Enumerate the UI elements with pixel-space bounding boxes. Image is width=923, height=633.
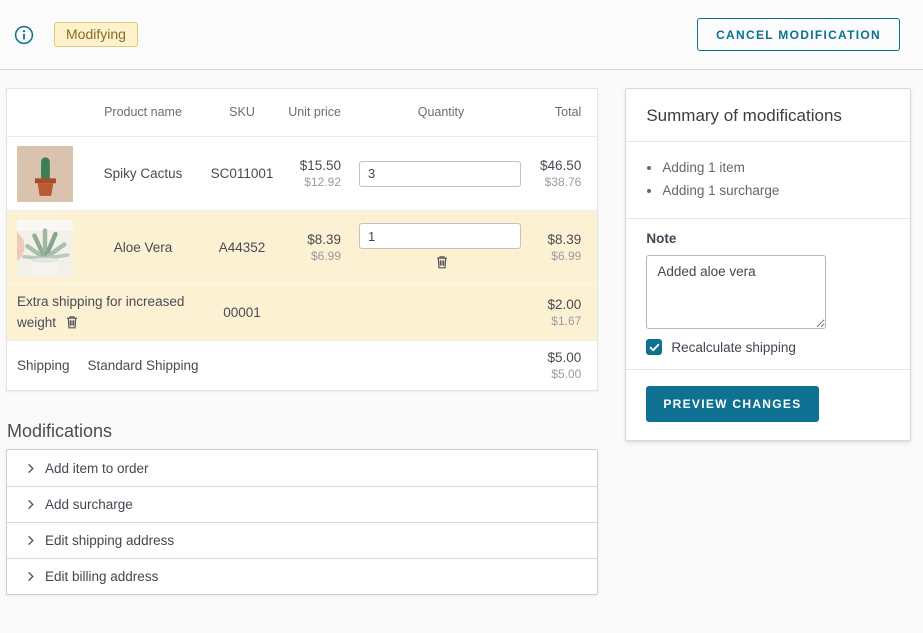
product-sku: A44352 <box>203 240 281 255</box>
accordion-edit-billing-address[interactable]: Edit billing address <box>7 558 597 594</box>
unit-price-cell: $15.50 $12.92 <box>281 158 351 189</box>
chevron-right-icon <box>25 571 36 582</box>
quantity-input[interactable] <box>359 223 521 249</box>
total-cell: $46.50 $38.76 <box>531 158 581 189</box>
summary-title: Summary of modifications <box>626 89 910 142</box>
top-bar: Modifying CANCEL MODIFICATION <box>0 0 923 70</box>
total-gross: $46.50 <box>531 158 581 173</box>
summary-item: Adding 1 surcharge <box>662 179 890 202</box>
cancel-modification-button[interactable]: CANCEL MODIFICATION <box>697 18 900 51</box>
accordion-edit-shipping-address[interactable]: Edit shipping address <box>7 522 597 558</box>
accordion-add-surcharge[interactable]: Add surcharge <box>7 486 597 522</box>
total-net: $5.00 <box>531 367 581 381</box>
surcharge-name: Extra shipping for increased weight <box>17 294 184 329</box>
note-label: Note <box>646 231 890 246</box>
shipping-method: Standard Shipping <box>83 357 203 375</box>
recalculate-shipping-checkbox[interactable] <box>646 339 662 355</box>
unit-price-net: $6.99 <box>281 249 341 263</box>
unit-price-cell: $8.39 $6.99 <box>281 232 351 263</box>
total-cell: $8.39 $6.99 <box>531 232 581 263</box>
total-cell: $5.00 $5.00 <box>531 350 581 381</box>
header-sku: SKU <box>203 105 281 121</box>
chevron-right-icon <box>25 499 36 510</box>
unit-price-net: $12.92 <box>281 175 341 189</box>
product-image-cactus <box>17 146 83 202</box>
surcharge-sku: 00001 <box>203 305 281 320</box>
note-section: Note Added aloe vera Recalculate shippin… <box>626 219 910 370</box>
total-gross: $8.39 <box>531 232 581 247</box>
summary-list: Adding 1 item Adding 1 surcharge <box>626 142 910 219</box>
table-row: Extra shipping for increased weight 0000… <box>7 284 597 340</box>
quantity-input[interactable] <box>359 161 521 187</box>
remove-surcharge-button[interactable] <box>62 312 82 332</box>
header-quantity: Quantity <box>351 105 531 121</box>
table-header-row: Product name SKU Unit price Quantity Tot… <box>7 89 597 136</box>
status-badge: Modifying <box>54 22 138 47</box>
product-name: Aloe Vera <box>83 239 203 257</box>
header-total: Total <box>531 105 581 121</box>
info-icon[interactable] <box>14 25 34 45</box>
accordion-add-item-to-order[interactable]: Add item to order <box>7 450 597 486</box>
table-row: Shipping Standard Shipping $5.00 $5.00 <box>7 340 597 390</box>
trash-icon <box>434 254 450 270</box>
table-row: Aloe Vera A44352 $8.39 $6.99 <box>7 210 597 284</box>
total-net: $6.99 <box>531 249 581 263</box>
total-gross: $5.00 <box>531 350 581 365</box>
accordion-item-label: Add item to order <box>45 461 149 476</box>
preview-changes-button[interactable]: PREVIEW CHANGES <box>646 386 818 422</box>
unit-price-gross: $15.50 <box>281 158 341 173</box>
shipping-row-label: Shipping <box>17 358 83 373</box>
header-unit-price: Unit price <box>281 105 351 121</box>
chevron-right-icon <box>25 463 36 474</box>
total-net: $1.67 <box>531 314 581 328</box>
table-row: Spiky Cactus SC011001 $15.50 $12.92 $46.… <box>7 136 597 210</box>
trash-icon <box>64 314 80 330</box>
accordion-item-label: Edit billing address <box>45 569 158 584</box>
order-items-table: Product name SKU Unit price Quantity Tot… <box>6 88 598 391</box>
modifications-accordion: Add item to order Add surcharge Edit shi… <box>6 449 598 595</box>
summary-item: Adding 1 item <box>662 156 890 179</box>
total-net: $38.76 <box>531 175 581 189</box>
accordion-item-label: Add surcharge <box>45 497 133 512</box>
product-image-aloe <box>17 220 83 276</box>
recalculate-shipping-label[interactable]: Recalculate shipping <box>671 340 796 355</box>
summary-panel: Summary of modifications Adding 1 item A… <box>625 88 911 441</box>
unit-price-gross: $8.39 <box>281 232 341 247</box>
chevron-right-icon <box>25 535 36 546</box>
accordion-item-label: Edit shipping address <box>45 533 174 548</box>
product-sku: SC011001 <box>203 166 281 181</box>
total-gross: $2.00 <box>531 297 581 312</box>
total-cell: $2.00 $1.67 <box>531 297 581 328</box>
product-name: Spiky Cactus <box>83 165 203 183</box>
note-textarea[interactable]: Added aloe vera <box>646 255 826 329</box>
modifications-title: Modifications <box>7 421 598 442</box>
checkmark-icon <box>649 342 660 353</box>
header-product-name: Product name <box>83 105 203 121</box>
modifications-section: Modifications Add item to order Add surc… <box>6 421 598 595</box>
remove-item-button[interactable] <box>432 252 452 272</box>
